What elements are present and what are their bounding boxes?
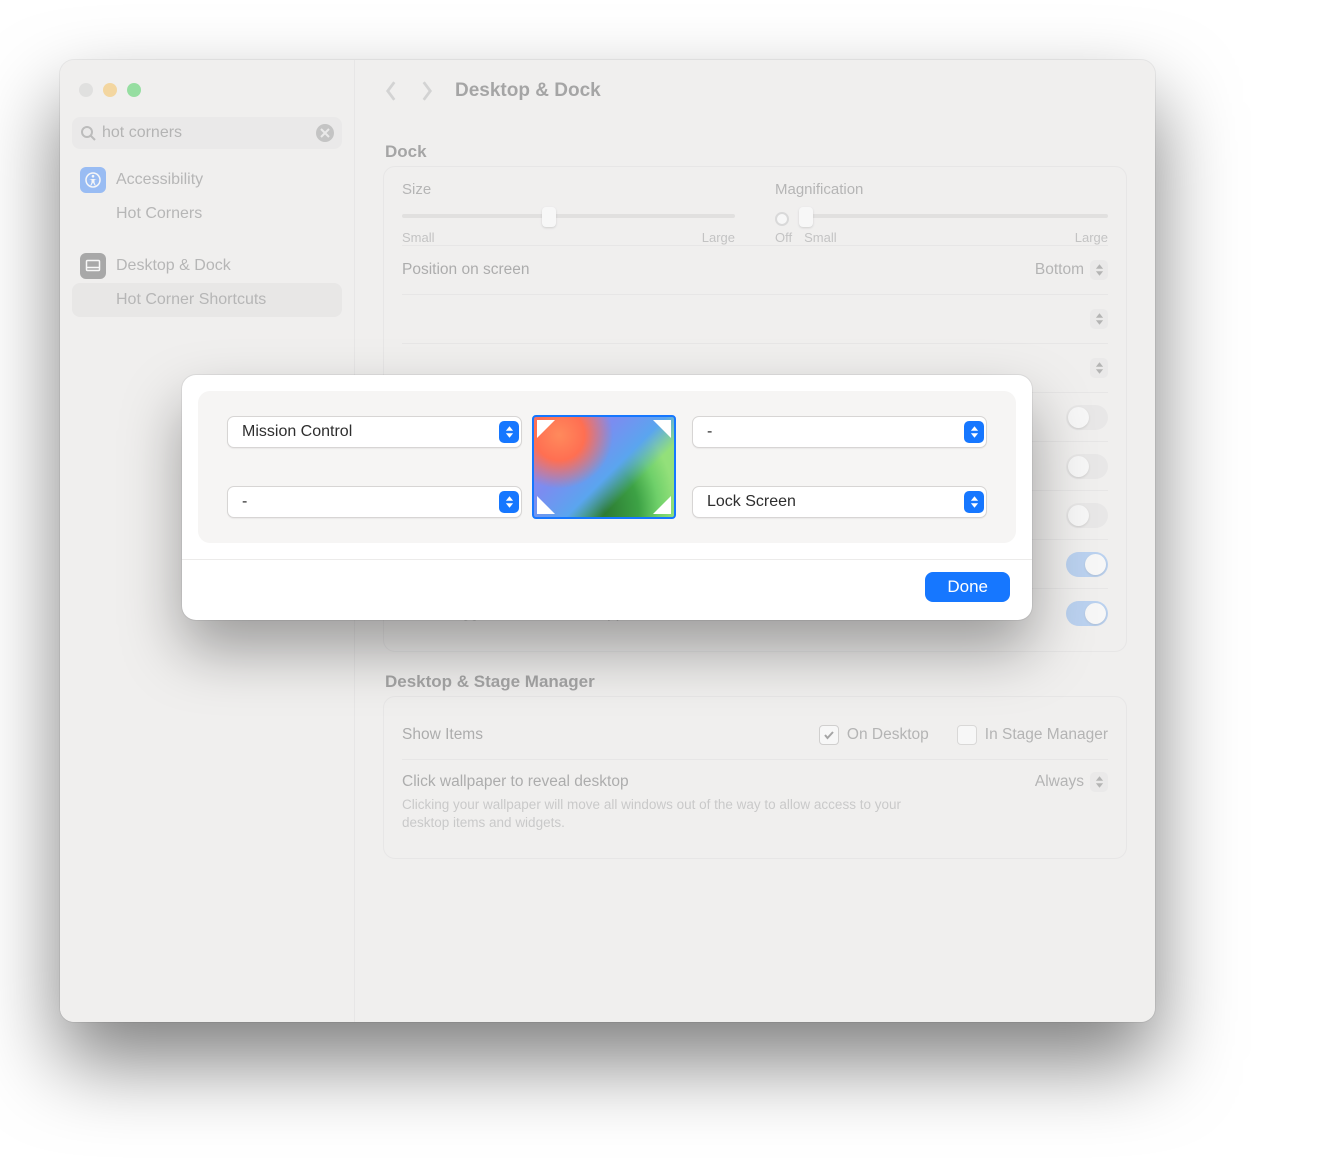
hot-corner-bottom-right[interactable]: Lock Screen bbox=[692, 486, 987, 518]
corner-indicator-tl bbox=[537, 420, 555, 438]
hot-corner-bottom-left[interactable]: - bbox=[227, 486, 522, 518]
hot-corner-top-left[interactable]: Mission Control bbox=[227, 416, 522, 448]
corner-indicator-br bbox=[653, 496, 671, 514]
system-settings-window: Accessibility Hot Corners Desktop & Dock… bbox=[60, 60, 1155, 1022]
hot-corner-top-right[interactable]: - bbox=[692, 416, 987, 448]
chevron-up-down-icon bbox=[964, 421, 984, 443]
chevron-up-down-icon bbox=[964, 491, 984, 513]
hot-corners-preview bbox=[532, 415, 676, 519]
corner-indicator-bl bbox=[537, 496, 555, 514]
chevron-up-down-icon bbox=[499, 491, 519, 513]
chevron-up-down-icon bbox=[499, 421, 519, 443]
done-button[interactable]: Done bbox=[925, 572, 1010, 602]
corner-indicator-tr bbox=[653, 420, 671, 438]
hot-corners-modal: Mission Control - bbox=[182, 375, 1032, 620]
